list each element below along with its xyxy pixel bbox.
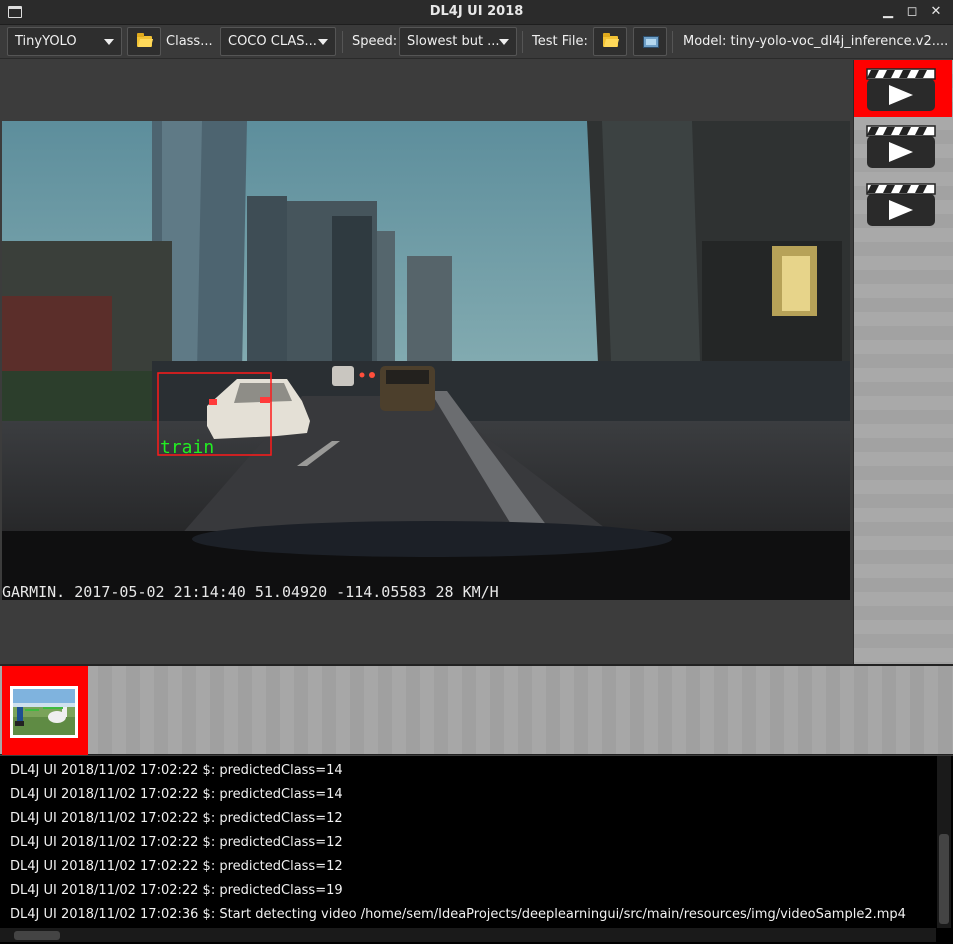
- chevron-down-icon: [104, 39, 114, 45]
- model-info-label: Model: tiny-yolo-voc_dl4j_inference.v2..…: [683, 34, 949, 49]
- image-list: [0, 664, 953, 755]
- scrollbar-thumb[interactable]: [939, 834, 949, 924]
- chevron-down-icon: [499, 39, 509, 45]
- video-scene: train GARMIN. 2017-05-02 21:14:40 51.049…: [2, 121, 850, 600]
- chevron-down-icon: [318, 39, 328, 45]
- open-classes-button[interactable]: [127, 27, 161, 56]
- speed-select[interactable]: Slowest but ...: [399, 27, 517, 56]
- video-panel: train GARMIN. 2017-05-02 21:14:40 51.049…: [0, 60, 853, 664]
- toolbar-separator: [672, 31, 673, 53]
- log-line: DL4J UI 2018/11/02 17:02:22 $: predicted…: [10, 811, 343, 826]
- test-file-label: Test File:: [532, 34, 588, 49]
- video-clip-icon: [866, 183, 936, 226]
- video-clip-list: [853, 60, 953, 664]
- film-icon: [643, 36, 659, 48]
- model-select[interactable]: TinyYOLO: [7, 27, 122, 56]
- folder-icon: [137, 33, 152, 47]
- open-test-file-button[interactable]: [593, 27, 627, 56]
- video-clip-icon: [866, 125, 936, 168]
- image-preview: [13, 689, 75, 735]
- maximize-button[interactable]: ◻: [904, 4, 920, 20]
- video-overlay-text: GARMIN. 2017-05-02 21:14:40 51.04920 -11…: [2, 583, 499, 600]
- classes-select-value: COCO CLAS...: [228, 34, 317, 49]
- scrollbar-thumb[interactable]: [14, 931, 60, 940]
- clip-item-3[interactable]: [854, 175, 952, 232]
- log-line: DL4J UI 2018/11/02 17:02:22 $: predicted…: [10, 763, 343, 778]
- detection-label: train: [160, 437, 214, 458]
- log-line: DL4J UI 2018/11/02 17:02:22 $: predicted…: [10, 883, 343, 898]
- clip-item-2[interactable]: [854, 117, 952, 174]
- video-frame: train GARMIN. 2017-05-02 21:14:40 51.049…: [2, 121, 850, 600]
- toolbar-separator: [342, 31, 343, 53]
- speed-label: Speed:: [352, 34, 398, 49]
- log-line: DL4J UI 2018/11/02 17:02:36 $: Start det…: [10, 907, 906, 922]
- model-select-value: TinyYOLO: [15, 34, 77, 49]
- folder-icon: [603, 33, 618, 47]
- log-line: DL4J UI 2018/11/02 17:02:22 $: predicted…: [10, 787, 343, 802]
- toolbar: TinyYOLO Class... COCO CLAS... Speed: Sl…: [0, 25, 953, 59]
- speed-select-value: Slowest but ...: [407, 34, 500, 49]
- vertical-scrollbar[interactable]: [937, 756, 951, 928]
- image-thumbnail: [10, 686, 78, 738]
- video-clip-icon: [866, 68, 936, 111]
- log-line: DL4J UI 2018/11/02 17:02:22 $: predicted…: [10, 859, 343, 874]
- classes-select[interactable]: COCO CLAS...: [220, 27, 336, 56]
- horizontal-scrollbar[interactable]: [0, 928, 936, 942]
- classes-label: Class...: [166, 34, 213, 49]
- open-video-button[interactable]: [633, 27, 667, 56]
- close-button[interactable]: ✕: [928, 4, 944, 20]
- toolbar-separator: [522, 31, 523, 53]
- minimize-button[interactable]: ▁: [880, 4, 896, 20]
- log-line: DL4J UI 2018/11/02 17:02:22 $: predicted…: [10, 835, 343, 850]
- clip-item-1[interactable]: [854, 60, 952, 117]
- log-console[interactable]: DL4J UI 2018/11/02 17:02:22 $: predicted…: [0, 756, 953, 944]
- window-title: DL4J UI 2018: [429, 4, 524, 19]
- title-bar: DL4J UI 2018 ▁ ◻ ✕: [0, 0, 953, 25]
- image-item-1[interactable]: [2, 666, 88, 755]
